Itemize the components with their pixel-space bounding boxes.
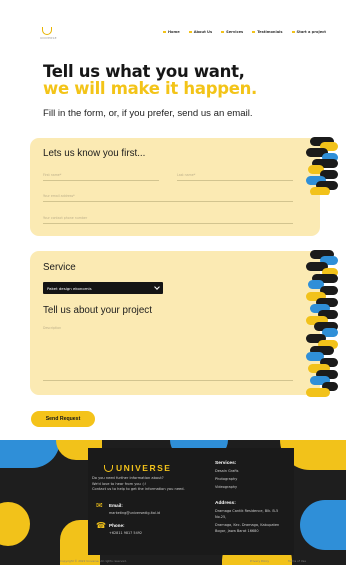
send-request-button[interactable]: Send Request (31, 411, 95, 427)
footer-email-value[interactable]: marketing@universedig.ital.id (109, 511, 160, 515)
email-field[interactable]: Your email address* (43, 188, 293, 202)
footer-logo-icon (104, 464, 113, 472)
first-name-field[interactable]: First name* (43, 167, 159, 181)
brand-logo[interactable]: UNIVERSE (40, 27, 57, 41)
footer-address-line: No.25, (215, 515, 227, 519)
footer-shape-blue-left (0, 440, 60, 468)
nav-bullet-icon (221, 31, 225, 33)
footer-link-terms[interactable]: Terms of Use (288, 559, 306, 563)
footer-link-privacy[interactable]: Privacy Policy (250, 559, 269, 563)
decorative-pill (306, 388, 330, 397)
top-nav: UNIVERSE Home About Us Services Testimon… (0, 0, 346, 44)
project-card: Service Paket design ekonomis Tell us ab… (30, 251, 320, 395)
logo-text: UNIVERSE (40, 36, 57, 40)
footer-logo-text: UNIVERSE (116, 463, 172, 473)
footer-address-line: Bogor, Jawa Barat 16680 (215, 529, 259, 533)
personal-info-heading: Lets us know you first... (43, 148, 146, 159)
nav-link-home[interactable]: Home (163, 30, 180, 34)
decorative-pill (310, 187, 330, 195)
last-name-placeholder: Last name* (177, 173, 196, 177)
footer-address-line: Dramaga Cantik Residence, Blk. B-5 (215, 509, 279, 513)
personal-info-card: Lets us know you first... First name* La… (30, 138, 320, 236)
first-name-placeholder: First name* (43, 173, 62, 177)
service-selected-value: Paket design ekonomis (47, 285, 92, 291)
hero-subtitle: Fill in the form, or, if you prefer, sen… (43, 108, 253, 119)
nav-link-start-project[interactable]: Start a project (291, 30, 326, 34)
footer-copyright: Copyright © 2022 Universe. All rights re… (60, 559, 127, 563)
nav-bullet-icon (163, 31, 167, 33)
chevron-down-icon (154, 284, 160, 290)
footer-phone-value[interactable]: +62811 9817 5492 (109, 531, 142, 535)
footer-service-item[interactable]: Photography (215, 477, 237, 481)
nav-links: Home About Us Services Testimonials Star… (163, 30, 326, 34)
footer-shape-yellow-circle (0, 502, 30, 546)
footer-service-item[interactable]: Videography (215, 485, 237, 489)
footer-email-label: Email: (109, 503, 123, 508)
footer-logo[interactable]: UNIVERSE (104, 463, 171, 473)
phone-placeholder: Your contact phone number (43, 216, 88, 220)
footer-address-line: Dramaga, Kec. Dramaga, Kabupaten (215, 523, 280, 527)
service-select[interactable]: Paket design ekonomis (43, 282, 163, 294)
phone-field[interactable]: Your contact phone number (43, 210, 293, 224)
footer-address-title: Address: (215, 501, 236, 506)
nav-link-testimonials[interactable]: Testimonials (252, 30, 283, 34)
footer-shape-blue-right (300, 500, 346, 550)
service-heading: Service (43, 262, 76, 273)
footer: UNIVERSE Do you need further information… (0, 440, 346, 565)
logo-icon (42, 27, 52, 35)
envelope-icon: ✉ (96, 501, 103, 510)
footer-tagline: Do you need further information about? W… (92, 476, 185, 492)
project-heading: Tell us about your project (43, 305, 152, 316)
decorative-pattern-top (306, 137, 338, 195)
last-name-field[interactable]: Last name* (177, 167, 293, 181)
hero-title-line2: we will make it happen. (43, 79, 258, 98)
nav-link-about[interactable]: About Us (188, 30, 212, 34)
nav-bullet-icon (252, 31, 256, 33)
project-description-field[interactable]: Description (43, 317, 293, 381)
nav-bullet-icon (188, 31, 192, 33)
phone-icon: ☎ (96, 521, 106, 530)
nav-link-services[interactable]: Services (221, 30, 243, 34)
footer-services-title: Services: (215, 461, 237, 466)
footer-phone-label: Phone: (109, 523, 125, 528)
project-description-placeholder: Description (43, 326, 62, 330)
footer-service-item[interactable]: Desain Grafis (215, 469, 238, 473)
decorative-pattern-bottom (306, 250, 338, 398)
email-placeholder: Your email address* (43, 194, 75, 198)
nav-bullet-icon (291, 31, 295, 33)
